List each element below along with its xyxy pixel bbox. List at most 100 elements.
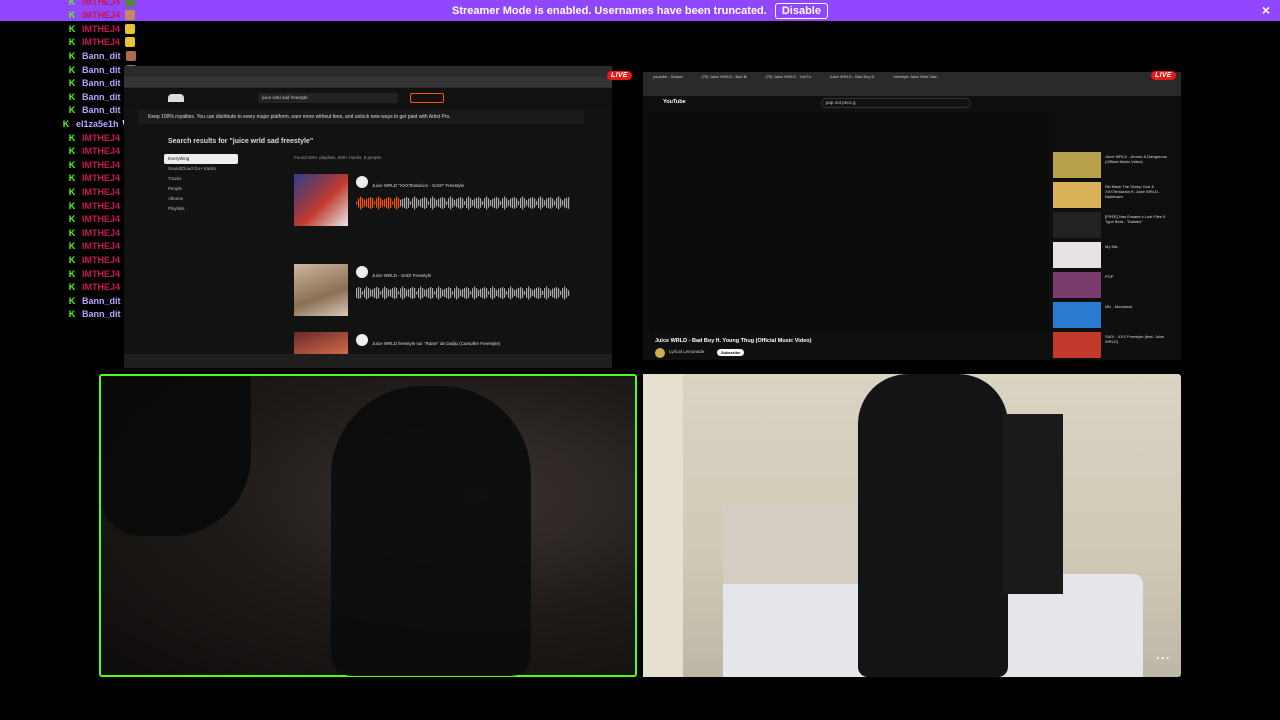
recommended-video[interactable]: [FREE] Nas Exsane x Lost Files 9 Type Be…: [1053, 212, 1173, 238]
video-thumbnail[interactable]: [1053, 242, 1101, 268]
chat-username[interactable]: IMTHEJ4: [82, 173, 120, 183]
search-input[interactable]: pop out pecs g: [821, 98, 971, 108]
waveform[interactable]: [356, 196, 570, 210]
chat-username[interactable]: IMTHEJ4: [82, 282, 120, 292]
waveform-bar: [416, 198, 418, 208]
video-thumbnail[interactable]: [1053, 182, 1101, 208]
video-title[interactable]: Ski Mask The Slump God & XXXTentacion ft…: [1105, 184, 1169, 199]
chat-username[interactable]: IMTHEJ4: [82, 10, 120, 20]
chat-username[interactable]: IMTHEJ4: [82, 146, 120, 156]
subscribe-button[interactable]: Subscribe: [717, 349, 745, 356]
upgrade-button[interactable]: [410, 93, 444, 103]
chat-username[interactable]: IMTHEJ4: [82, 228, 120, 238]
chat-username[interactable]: IMTHEJ4: [82, 133, 120, 143]
video-title[interactable]: POP: [1105, 274, 1169, 279]
close-icon[interactable]: ×: [1262, 2, 1270, 18]
waveform-bar: [362, 291, 364, 295]
browser-tab[interactable]: youtube - Search: [653, 74, 683, 79]
player-bar[interactable]: [124, 354, 612, 368]
video-title[interactable]: [FREE] Nas Exsane x Lost Files 9 Type Be…: [1105, 214, 1169, 224]
video-thumbnail[interactable]: [1053, 212, 1101, 238]
recommended-video[interactable]: Mix - Mundurwi: [1053, 302, 1173, 328]
channel-name[interactable]: Lyrical Lemonade: [669, 349, 704, 354]
recommended-video[interactable]: POP: [1053, 272, 1173, 298]
filter-item[interactable]: Tracks: [164, 174, 238, 184]
soundcloud-nav: juice wrld sad freestyle: [124, 88, 612, 108]
chat-username[interactable]: el1za5e1h: [76, 119, 119, 129]
recommended-video[interactable]: SAD! - XXX Freestyle (feat. Juice WRLD): [1053, 332, 1173, 358]
chat-username[interactable]: IMTHEJ4: [82, 241, 120, 251]
channel-avatar[interactable]: [655, 348, 665, 358]
waveform-bar: [544, 200, 546, 206]
video-thumbnail[interactable]: [1053, 332, 1101, 358]
video-thumbnail[interactable]: [1053, 272, 1101, 298]
chat-username[interactable]: Bann_dit: [82, 92, 121, 102]
browser-tab[interactable]: freestyle Juice Wrld Sad - Search: [893, 74, 939, 79]
chat-username[interactable]: Bann_dit: [82, 51, 121, 61]
youtube-logo[interactable]: YouTube: [663, 99, 686, 105]
track-item[interactable]: Juice WRLD - SAD! Freestyle: [294, 264, 574, 324]
browser-url-bar[interactable]: [124, 77, 612, 87]
chat-username[interactable]: IMTHEJ4: [82, 214, 120, 224]
video-thumbnail[interactable]: [1053, 152, 1101, 178]
video-player[interactable]: [649, 112, 1049, 332]
chat-username[interactable]: Bann_dit: [82, 296, 121, 306]
waveform-bar: [404, 288, 406, 298]
webcam-feed-right[interactable]: ···: [643, 374, 1181, 677]
chat-username[interactable]: IMTHEJ4: [82, 187, 120, 197]
chat-username[interactable]: IMTHEJ4: [82, 0, 120, 7]
chat-username[interactable]: Bann_dit: [82, 65, 121, 75]
filter-item[interactable]: Everything: [164, 154, 238, 164]
chat-username[interactable]: IMTHEJ4: [82, 255, 120, 265]
disable-button[interactable]: Disable: [774, 2, 828, 19]
soundcloud-logo-icon[interactable]: [168, 94, 184, 102]
video-title[interactable]: Juice WRLD - Armed & Dangerous (Official…: [1105, 154, 1169, 164]
chat-username[interactable]: Bann_dit: [82, 309, 121, 319]
video-title[interactable]: Mix - Mundurwi: [1105, 304, 1169, 309]
pause-icon[interactable]: [356, 176, 368, 188]
track-title[interactable]: Juice WRLD freestyle sur "Raise" de Dadj…: [372, 341, 500, 346]
play-icon[interactable]: [356, 334, 368, 346]
video-title[interactable]: My Mix: [1105, 244, 1169, 249]
browser-tab[interactable]: Juice WRLD - Bad Boy ft. Young Thug: [829, 74, 875, 79]
waveform-bar: [536, 287, 538, 299]
waveform-bar: [492, 286, 494, 300]
chat-username[interactable]: IMTHEJ4: [82, 269, 120, 279]
browser-tab[interactable]: (75) Juice WRLD - Bad Boy ft. You: [701, 74, 747, 79]
more-icon[interactable]: ···: [1156, 651, 1171, 665]
waveform-bar: [534, 198, 536, 208]
search-input[interactable]: juice wrld sad freestyle: [258, 93, 398, 103]
waveform-bar: [500, 287, 502, 299]
video-title[interactable]: SAD! - XXX Freestyle (feat. Juice WRLD): [1105, 334, 1169, 344]
recommended-video[interactable]: Juice WRLD - Armed & Dangerous (Official…: [1053, 152, 1173, 178]
browser-tab[interactable]: (75) Juice WRLD - YouTube: [765, 74, 811, 79]
waveform-bar: [470, 291, 472, 295]
chat-username[interactable]: IMTHEJ4: [82, 37, 120, 47]
filter-item[interactable]: People: [164, 184, 238, 194]
waveform-bar: [542, 290, 544, 296]
filter-item[interactable]: SoundCloud Go+ tracks: [164, 164, 238, 174]
chat-username[interactable]: IMTHEJ4: [82, 24, 120, 34]
chat-username[interactable]: IMTHEJ4: [82, 201, 120, 211]
waveform-bar: [406, 197, 408, 209]
waveform-bar: [406, 289, 408, 297]
waveform-bar: [398, 198, 400, 208]
filter-item[interactable]: Albums: [164, 194, 238, 204]
chat-username[interactable]: Bann_dit: [82, 105, 121, 115]
waveform-bar: [554, 287, 556, 299]
track-title[interactable]: Juice WRLD "XXXTentacion - SAD!" Freesty…: [372, 183, 464, 188]
recommended-video[interactable]: My Mix: [1053, 242, 1173, 268]
waveform[interactable]: [356, 286, 570, 300]
recommended-video[interactable]: Ski Mask The Slump God & XXXTentacion ft…: [1053, 182, 1173, 208]
webcam-feed-left[interactable]: [99, 374, 637, 677]
track-item[interactable]: Juice WRLD "XXXTentacion - SAD!" Freesty…: [294, 174, 574, 234]
chat-username[interactable]: IMTHEJ4: [82, 160, 120, 170]
waveform-bar: [462, 288, 464, 298]
waveform-bar: [444, 289, 446, 297]
track-title[interactable]: Juice WRLD - SAD! Freestyle: [372, 273, 431, 278]
person-silhouette: [101, 376, 251, 536]
play-icon[interactable]: [356, 266, 368, 278]
filter-item[interactable]: Playlists: [164, 204, 238, 214]
video-thumbnail[interactable]: [1053, 302, 1101, 328]
chat-username[interactable]: Bann_dit: [82, 78, 121, 88]
